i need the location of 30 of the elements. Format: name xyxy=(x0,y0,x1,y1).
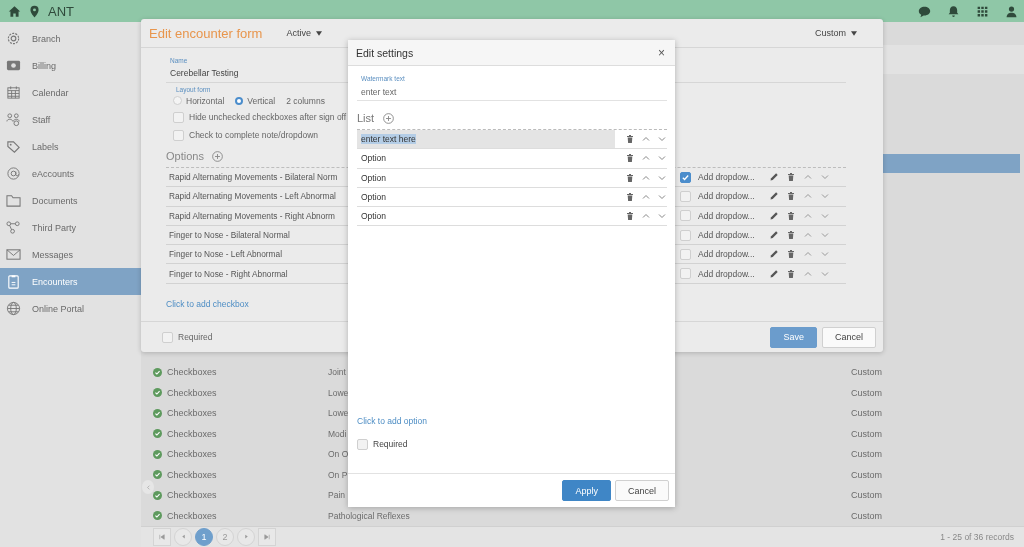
table-cell: Checkboxes xyxy=(167,510,217,521)
table-cell: Checkboxes xyxy=(167,408,217,419)
table-cell: Custom xyxy=(851,449,882,460)
table-cell: Modi xyxy=(328,428,347,439)
table-cell: Checkboxes xyxy=(167,490,217,501)
table-cell: Checkboxes xyxy=(167,449,217,460)
table-cell: Pathological Reflexes xyxy=(328,510,410,521)
dialog-title: Edit encounter form xyxy=(149,25,263,41)
table-cell: Lowe xyxy=(328,387,349,398)
location-name: ANT xyxy=(48,3,74,19)
table-cell: Checkboxes xyxy=(167,469,217,480)
table-cell: Custom xyxy=(851,387,882,398)
table-cell: Custom xyxy=(851,490,882,501)
table-cell: Pain xyxy=(328,490,345,501)
table-cell: On P xyxy=(328,469,348,480)
table-cell: Custom xyxy=(851,408,882,419)
table-cell: Custom xyxy=(851,428,882,439)
table-cell: Checkboxes xyxy=(167,367,217,378)
table-cell: Custom xyxy=(851,510,882,521)
table-cell: On O xyxy=(328,449,349,460)
section-heading: Options xyxy=(166,150,204,162)
table-cell: Custom xyxy=(851,367,882,378)
section-heading: List xyxy=(357,112,375,124)
table-cell: Custom xyxy=(851,469,882,480)
table-cell: Checkboxes xyxy=(167,387,217,398)
table-cell: Joint xyxy=(328,367,346,378)
dialog-title: Edit settings xyxy=(356,46,414,59)
table-cell: Checkboxes xyxy=(167,428,217,439)
records-summary: 1 - 25 of 36 records xyxy=(940,531,1014,542)
table-cell: Lowe xyxy=(328,408,349,419)
